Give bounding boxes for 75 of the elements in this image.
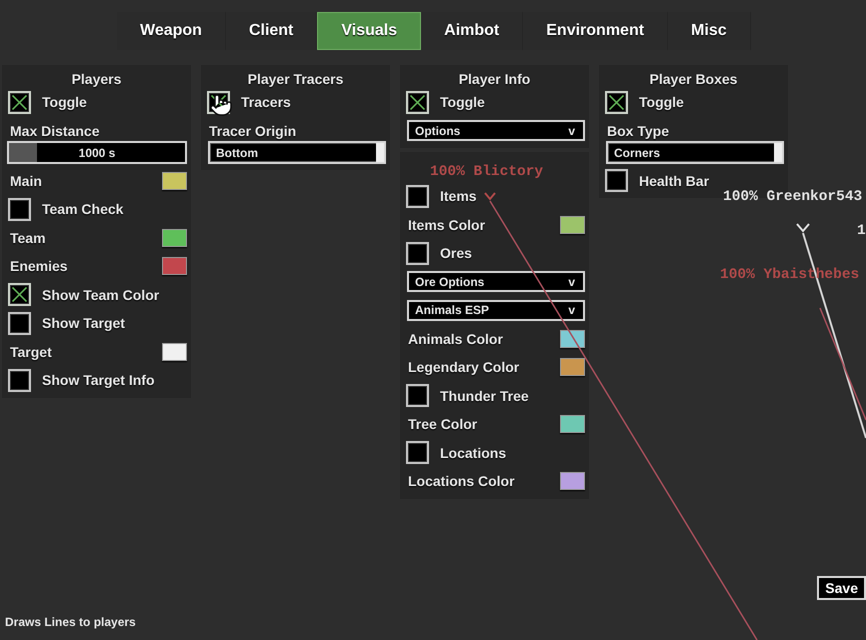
checkbox[interactable] [8, 198, 31, 221]
dropdown[interactable]: Ore Options v [407, 271, 585, 292]
field-label: Tracer Origin [209, 122, 296, 138]
checkbox[interactable] [406, 184, 429, 208]
cross-mark-icon [12, 94, 27, 110]
checkbox[interactable] [8, 90, 31, 114]
head-marker-icon [484, 192, 496, 201]
checkbox[interactable] [406, 441, 429, 464]
color-label: Animals Color [408, 330, 503, 347]
player-name-tag: 100% Greenkor543 [723, 189, 862, 205]
player-name-tag: 1 [857, 223, 866, 239]
checkbox-label: Tracers [241, 94, 291, 110]
checkbox[interactable] [8, 368, 31, 392]
save-button[interactable]: Save [817, 576, 866, 600]
checkbox[interactable] [406, 90, 429, 114]
color-label: Main [10, 172, 42, 189]
checkbox-label: Health Bar [639, 172, 710, 189]
color-label: Legendary Color [408, 359, 520, 376]
checkbox-label: Toggle [440, 94, 485, 110]
checkbox[interactable] [8, 283, 31, 306]
dropdown-arrow: v [568, 274, 575, 289]
color-label: Items Color [408, 216, 486, 233]
panel-title: Player Info [458, 70, 530, 86]
color-swatch[interactable] [162, 342, 187, 361]
checkbox[interactable] [8, 312, 31, 335]
checkbox-label: Ores [440, 245, 472, 262]
color-swatch[interactable] [162, 228, 187, 247]
color-swatch[interactable] [560, 330, 585, 348]
color-label: Enemies [10, 258, 68, 274]
checkbox-label: Show Target Info [42, 372, 155, 388]
checkbox-label: Show Target [42, 315, 125, 332]
slider-track[interactable]: 1000 s [7, 141, 187, 164]
field-label: Box Type [607, 122, 669, 138]
checkbox-label: Toggle [639, 94, 684, 110]
head-marker-icon [796, 223, 810, 233]
tab[interactable]: Visuals [317, 12, 422, 50]
checkbox-label: Items [440, 188, 477, 204]
checkbox[interactable] [406, 384, 429, 408]
checkbox-label: Team Check [42, 201, 124, 218]
color-label: Locations Color [408, 473, 515, 490]
cross-mark-icon [410, 94, 425, 110]
selector-end-cap [774, 143, 782, 162]
checkbox-label: Locations [440, 444, 506, 461]
color-swatch[interactable] [560, 472, 585, 490]
panel-title: Players [72, 70, 122, 86]
color-swatch[interactable] [560, 216, 585, 234]
checkbox[interactable] [406, 242, 429, 265]
cross-mark-icon [12, 287, 27, 302]
selector-end-cap [376, 143, 384, 162]
dropdown-arrow: v [568, 303, 575, 318]
color-label: Team [10, 230, 46, 246]
color-label: Tree Color [408, 416, 478, 432]
panel-title: Player Tracers [248, 70, 344, 86]
color-swatch[interactable] [162, 172, 187, 190]
color-swatch[interactable] [560, 358, 585, 376]
checkbox[interactable] [605, 169, 628, 192]
status-text: Draws Lines to players [5, 615, 136, 629]
checkbox-label: Thunder Tree [440, 388, 529, 404]
cross-mark-icon [609, 94, 624, 110]
checkbox[interactable] [605, 90, 628, 114]
color-swatch[interactable] [162, 257, 187, 276]
player-name-tag: 100% Blictory [430, 164, 544, 180]
field-label: Max Distance [10, 122, 100, 138]
dropdown[interactable]: Options v [407, 120, 585, 142]
dropdown[interactable]: Animals ESP v [407, 300, 585, 321]
selector-field[interactable]: Bottom [208, 141, 386, 164]
color-swatch[interactable] [560, 415, 585, 434]
slider-value: 1000 s [78, 146, 116, 160]
hand-cursor-icon [209, 92, 233, 118]
checkbox-label: Show Team Color [42, 286, 160, 303]
color-label: Target [10, 344, 52, 360]
dropdown-arrow: v [568, 124, 575, 138]
selector-field[interactable]: Corners [606, 141, 784, 164]
checkbox-label: Toggle [42, 94, 87, 110]
panel-title: Player Boxes [650, 70, 738, 86]
